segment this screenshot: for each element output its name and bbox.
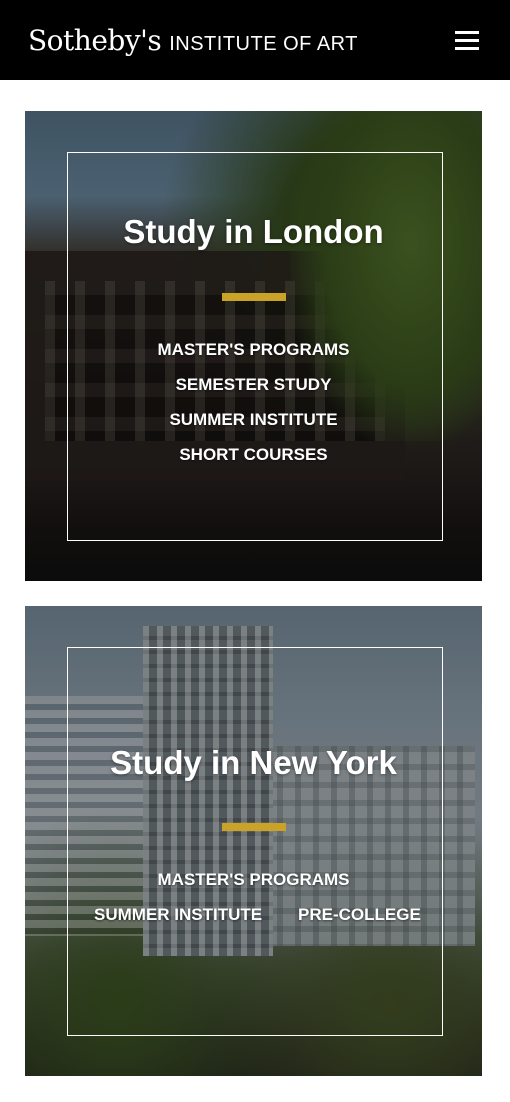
link-pre-college[interactable]: PRE-COLLEGE bbox=[298, 905, 421, 925]
study-london-card: Study in London MASTER'S PROGRAMS SEMEST… bbox=[25, 111, 482, 581]
accent-bar bbox=[222, 293, 286, 301]
accent-bar bbox=[222, 823, 286, 831]
study-new-york-card: Study in New York MASTER'S PROGRAMS SUMM… bbox=[25, 606, 482, 1076]
menu-bar bbox=[455, 31, 479, 34]
link-summer-institute[interactable]: SUMMER INSTITUTE bbox=[25, 410, 482, 430]
link-semester-study[interactable]: SEMESTER STUDY bbox=[25, 375, 482, 395]
link-short-courses[interactable]: SHORT COURSES bbox=[25, 445, 482, 465]
card-frame bbox=[67, 647, 443, 1036]
link-summer-institute[interactable]: SUMMER INSTITUTE bbox=[94, 905, 262, 925]
menu-bar bbox=[455, 39, 479, 42]
site-logo[interactable]: Sotheby's INSTITUTE OF ART bbox=[28, 24, 358, 57]
menu-bar bbox=[455, 47, 479, 50]
card-title: Study in New York bbox=[110, 744, 397, 781]
hamburger-menu-icon[interactable] bbox=[452, 29, 482, 53]
link-masters-programs[interactable]: MASTER'S PROGRAMS bbox=[25, 340, 482, 360]
logo-subtitle: INSTITUTE OF ART bbox=[169, 33, 358, 55]
card-title: Study in London bbox=[123, 213, 384, 250]
logo-wordmark: Sotheby's bbox=[28, 24, 162, 57]
site-header: Sotheby's INSTITUTE OF ART bbox=[0, 0, 510, 80]
link-masters-programs[interactable]: MASTER'S PROGRAMS bbox=[25, 870, 482, 890]
